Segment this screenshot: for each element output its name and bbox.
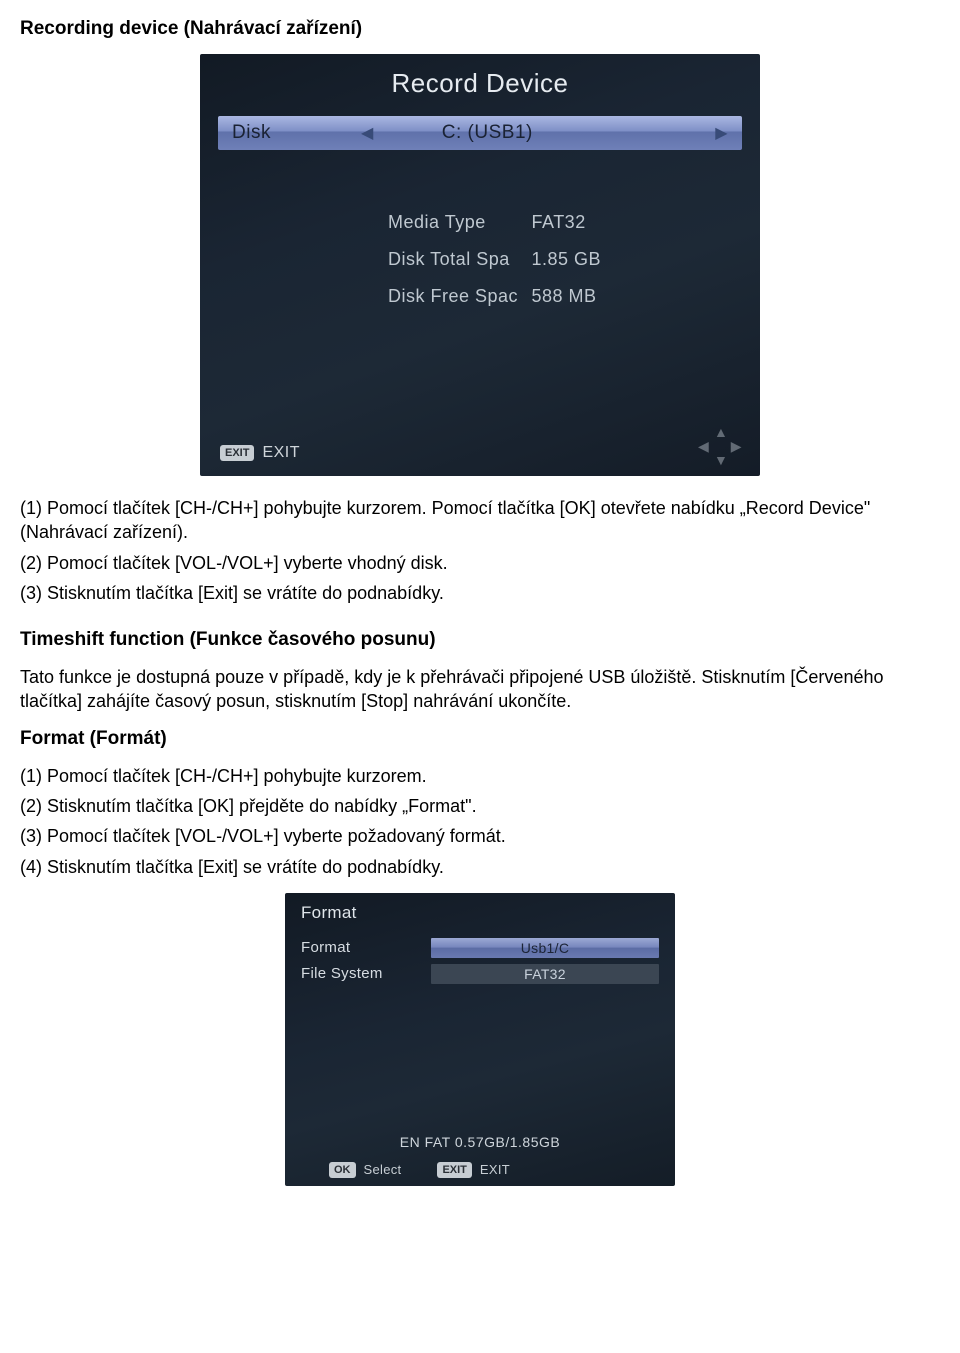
format-status-line: EN FAT 0.57GB/1.85GB	[285, 1134, 675, 1150]
exit-label: EXIT	[262, 444, 300, 462]
disk-total-value: 1.85 GB	[532, 249, 602, 269]
disk-free-value: 588 MB	[532, 286, 597, 306]
exit-label: EXIT	[480, 1162, 510, 1177]
section1-p1: (1) Pomocí tlačítek [CH-/CH+] pohybujte …	[20, 496, 940, 545]
format-value: Usb1/C	[431, 938, 659, 958]
section3-body: (1) Pomocí tlačítek [CH-/CH+] pohybujte …	[20, 764, 940, 879]
record-device-title: Record Device	[200, 68, 760, 99]
format-screenshot: Format Format Usb1/C File System FAT32 E…	[285, 893, 675, 1186]
media-type-label: Media Type	[388, 204, 526, 241]
disk-total-label: Disk Total Spa	[388, 241, 526, 278]
section1-p3: (3) Stisknutím tlačítka [Exit] se vrátít…	[20, 581, 940, 605]
disk-total-row: Disk Total Spa 1.85 GB	[388, 241, 601, 278]
filesystem-value: FAT32	[431, 964, 659, 984]
disk-label: Disk	[232, 122, 271, 144]
section1-heading: Recording device (Nahrávací zařízení)	[20, 18, 940, 40]
arrow-right-icon: ▶	[715, 123, 728, 143]
section3-p3: (3) Pomocí tlačítek [VOL-/VOL+] vyberte …	[20, 824, 940, 848]
section3-p1: (1) Pomocí tlačítek [CH-/CH+] pohybujte …	[20, 764, 940, 788]
section3-p4: (4) Stisknutím tlačítka [Exit] se vrátít…	[20, 855, 940, 879]
nav-arrows-icon: ▲▼◀▶	[698, 424, 742, 468]
footer-exit-row: EXIT EXIT	[220, 444, 300, 462]
filesystem-row[interactable]: File System FAT32	[301, 963, 659, 985]
disk-free-row: Disk Free Spac 588 MB	[388, 278, 601, 315]
format-title: Format	[301, 903, 357, 923]
format-footer: OK Select EXIT EXIT	[329, 1162, 510, 1178]
disk-info-block: Media Type FAT32 Disk Total Spa 1.85 GB …	[388, 204, 601, 315]
format-label: Format	[301, 939, 431, 956]
media-type-row: Media Type FAT32	[388, 204, 601, 241]
media-type-value: FAT32	[532, 212, 586, 232]
disk-free-label: Disk Free Spac	[388, 278, 526, 315]
section1-body: (1) Pomocí tlačítek [CH-/CH+] pohybujte …	[20, 496, 940, 605]
section2-p1: Tato funkce je dostupná pouze v případě,…	[20, 665, 940, 714]
exit-button-icon[interactable]: EXIT	[437, 1162, 471, 1178]
filesystem-label: File System	[301, 965, 431, 982]
format-row[interactable]: Format Usb1/C	[301, 937, 659, 959]
exit-button-icon[interactable]: EXIT	[220, 445, 254, 461]
section1-p2: (2) Pomocí tlačítek [VOL-/VOL+] vyberte …	[20, 551, 940, 575]
ok-label: Select	[364, 1162, 402, 1177]
section2-body: Tato funkce je dostupná pouze v případě,…	[20, 665, 940, 714]
disk-value: C: (USB1)	[442, 122, 533, 144]
disk-selector-row[interactable]: Disk ◀ C: (USB1) ▶	[218, 116, 742, 150]
record-device-screenshot: Record Device Disk ◀ C: (USB1) ▶ Media T…	[200, 54, 760, 476]
section3-p2: (2) Stisknutím tlačítka [OK] přejděte do…	[20, 794, 940, 818]
arrow-left-icon: ◀	[361, 123, 374, 143]
section2-heading: Timeshift function (Funkce časového posu…	[20, 629, 940, 651]
section3-heading: Format (Formát)	[20, 728, 940, 750]
ok-button-icon[interactable]: OK	[329, 1162, 356, 1178]
